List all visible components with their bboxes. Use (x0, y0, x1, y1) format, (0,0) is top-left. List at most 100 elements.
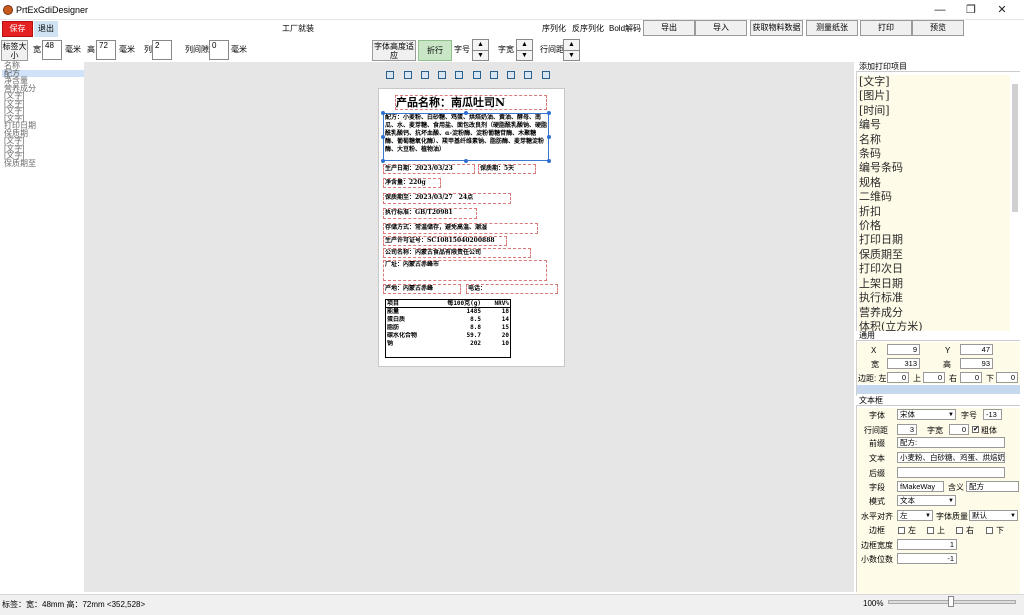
resize-handle[interactable] (381, 135, 385, 139)
print-item[interactable]: 执行标准 (858, 291, 1010, 305)
print-button[interactable]: 打印 (860, 20, 912, 36)
bold-checkbox[interactable]: ✔ (972, 426, 979, 433)
y-input[interactable]: 47 (960, 344, 993, 355)
margin-bottom-input[interactable]: 0 (996, 372, 1018, 383)
suffix-input[interactable] (897, 467, 1005, 478)
same-height-icon[interactable] (507, 71, 515, 79)
border-right-checkbox[interactable] (956, 527, 963, 534)
halign-select[interactable]: 左 ▼ (897, 510, 933, 521)
address-text[interactable]: 厂址：内蒙古赤峰市 (385, 261, 439, 269)
product-name-text[interactable]: 产品名称：南瓜吐司N (396, 96, 505, 109)
phone-text[interactable]: 电话： (468, 285, 486, 293)
shelf-life-text[interactable]: 保质期：5天 (480, 165, 514, 173)
prefix-input[interactable]: 配方: (897, 437, 1005, 448)
down-arrow-icon[interactable]: ▼ (564, 50, 579, 60)
save-button[interactable]: 保存 (2, 21, 33, 37)
cols-input[interactable]: 2 (152, 40, 172, 60)
nutrition-table[interactable]: 项目 每100克(g) NRV% 能量 1485 18 蛋白质 8.5 14 脂肪 8.8 15 碳水化… (385, 299, 511, 358)
bold-decode-button[interactable]: Bold解码 (609, 24, 641, 34)
resize-handle[interactable] (464, 111, 468, 115)
resize-handle[interactable] (547, 111, 551, 115)
align-middle-icon[interactable] (455, 71, 463, 79)
text-input[interactable]: 小麦粉、白砂糖、鸡蛋、烘焙奶油 (897, 452, 1005, 463)
border-top-checkbox[interactable] (927, 527, 934, 534)
size-input[interactable]: -13 (983, 409, 1002, 420)
up-arrow-icon[interactable]: ▲ (473, 40, 488, 50)
colgap-input[interactable]: 0 (209, 40, 229, 60)
resize-handle[interactable] (381, 111, 385, 115)
print-item[interactable]: 规格 (858, 176, 1010, 190)
up-arrow-icon[interactable]: ▲ (564, 40, 579, 50)
distribute-h-icon[interactable] (524, 71, 532, 79)
width-input[interactable]: 48 (42, 40, 62, 60)
expiry-text[interactable]: 保质期至：2023/03/27 24点 (385, 194, 473, 202)
resize-handle[interactable] (547, 159, 551, 163)
print-item-list[interactable]: [文字] [图片] [时间] 编号 名称 条码 编号条码 规格 二维码 折扣 价格 打印日期 保质期至打… (858, 75, 1010, 331)
print-item[interactable]: 二维码 (858, 190, 1010, 204)
align-right-icon[interactable] (421, 71, 429, 79)
border-width-input[interactable]: 1 (897, 539, 957, 550)
print-item[interactable]: 上架日期 (858, 277, 1010, 291)
preview-button[interactable]: 预览 (912, 20, 964, 36)
exit-button[interactable]: 退出 (34, 21, 58, 37)
recipe-text[interactable]: 配方：小麦粉、白砂糖、鸡蛋、烘焙奶油、黄油、酵母、南瓜、水、麦芽糖、食用盐、面包… (385, 114, 547, 160)
net-content-text[interactable]: 净含量：220g (385, 179, 426, 187)
wrap-button[interactable]: 折行 (418, 40, 452, 61)
print-item[interactable]: 条码 (858, 147, 1010, 161)
item-list-scrollbar[interactable] (1012, 84, 1018, 212)
storage-text[interactable]: 存储方式：常温储存，避免高温、潮湿 (385, 224, 487, 232)
x-input[interactable]: 9 (887, 344, 920, 355)
print-item[interactable]: 打印次日 (858, 262, 1010, 276)
line-spacing-spinner[interactable]: ▲ ▼ (563, 39, 580, 61)
font-adapt-button[interactable]: 字体高度适应 (372, 40, 416, 61)
print-item[interactable]: 营养成分 (858, 306, 1010, 320)
linegap-input[interactable]: 3 (897, 424, 917, 435)
measure-paper-button[interactable]: 测量纸张 (806, 20, 858, 36)
h-input[interactable]: 93 (960, 358, 993, 369)
deserialize-button[interactable]: 反序列化 (572, 24, 604, 34)
border-bottom-checkbox[interactable] (986, 527, 993, 534)
font-width-spinner[interactable]: ▲ ▼ (516, 39, 533, 61)
print-item[interactable]: 打印日期 (858, 233, 1010, 247)
same-width-icon[interactable] (490, 71, 498, 79)
align-top-icon[interactable] (438, 71, 446, 79)
print-item[interactable]: 名称 (858, 133, 1010, 147)
company-text[interactable]: 公司名称：内蒙古食品有限责任公司 (385, 249, 481, 257)
decimals-input[interactable]: -1 (897, 553, 957, 564)
fetch-material-button[interactable]: 获取物料数据 (750, 20, 803, 36)
font-size-spinner[interactable]: ▲ ▼ (472, 39, 489, 61)
field-input[interactable]: fMakeWay (897, 481, 944, 492)
up-arrow-icon[interactable]: ▲ (517, 40, 532, 50)
meaning-input[interactable]: 配方 (966, 481, 1019, 492)
print-item[interactable]: 体积(立方米) (858, 320, 1010, 331)
license-text[interactable]: 生产许可证号：SC10815040200888 (385, 237, 495, 245)
print-item[interactable]: [文字] (858, 75, 1010, 89)
font-select[interactable]: 宋体 ▼ (897, 409, 956, 420)
align-left-icon[interactable] (386, 71, 394, 79)
maximize-button[interactable]: ❐ (956, 3, 986, 17)
close-button[interactable]: ✕ (987, 3, 1017, 17)
print-item[interactable]: 编号条码 (858, 161, 1010, 175)
resize-handle[interactable] (547, 135, 551, 139)
down-arrow-icon[interactable]: ▼ (473, 50, 488, 60)
export-button[interactable]: 导出 (643, 20, 695, 36)
quality-select[interactable]: 默认 ▼ (969, 510, 1018, 521)
align-center-h-icon[interactable] (404, 71, 412, 79)
resize-handle[interactable] (381, 159, 385, 163)
border-left-checkbox[interactable] (898, 527, 905, 534)
print-item[interactable]: [时间] (858, 104, 1010, 118)
standard-text[interactable]: 执行标准：GB/T20981 (385, 209, 453, 217)
w-input[interactable]: 313 (887, 358, 920, 369)
print-item[interactable]: 编号 (858, 118, 1010, 132)
align-bottom-icon[interactable] (473, 71, 481, 79)
import-button[interactable]: 导入 (695, 20, 747, 36)
print-item[interactable]: 折扣 (858, 205, 1010, 219)
print-item[interactable]: [图片] (858, 89, 1010, 103)
serialize-button[interactable]: 序列化 (542, 24, 566, 34)
label-size-button[interactable]: 标签大小 (1, 40, 28, 61)
resize-handle[interactable] (464, 159, 468, 163)
minimize-button[interactable]: — (925, 3, 955, 17)
distribute-v-icon[interactable] (542, 71, 550, 79)
margin-left-input[interactable]: 0 (887, 372, 909, 383)
field-list-item[interactable]: 保质期至 (2, 159, 84, 168)
